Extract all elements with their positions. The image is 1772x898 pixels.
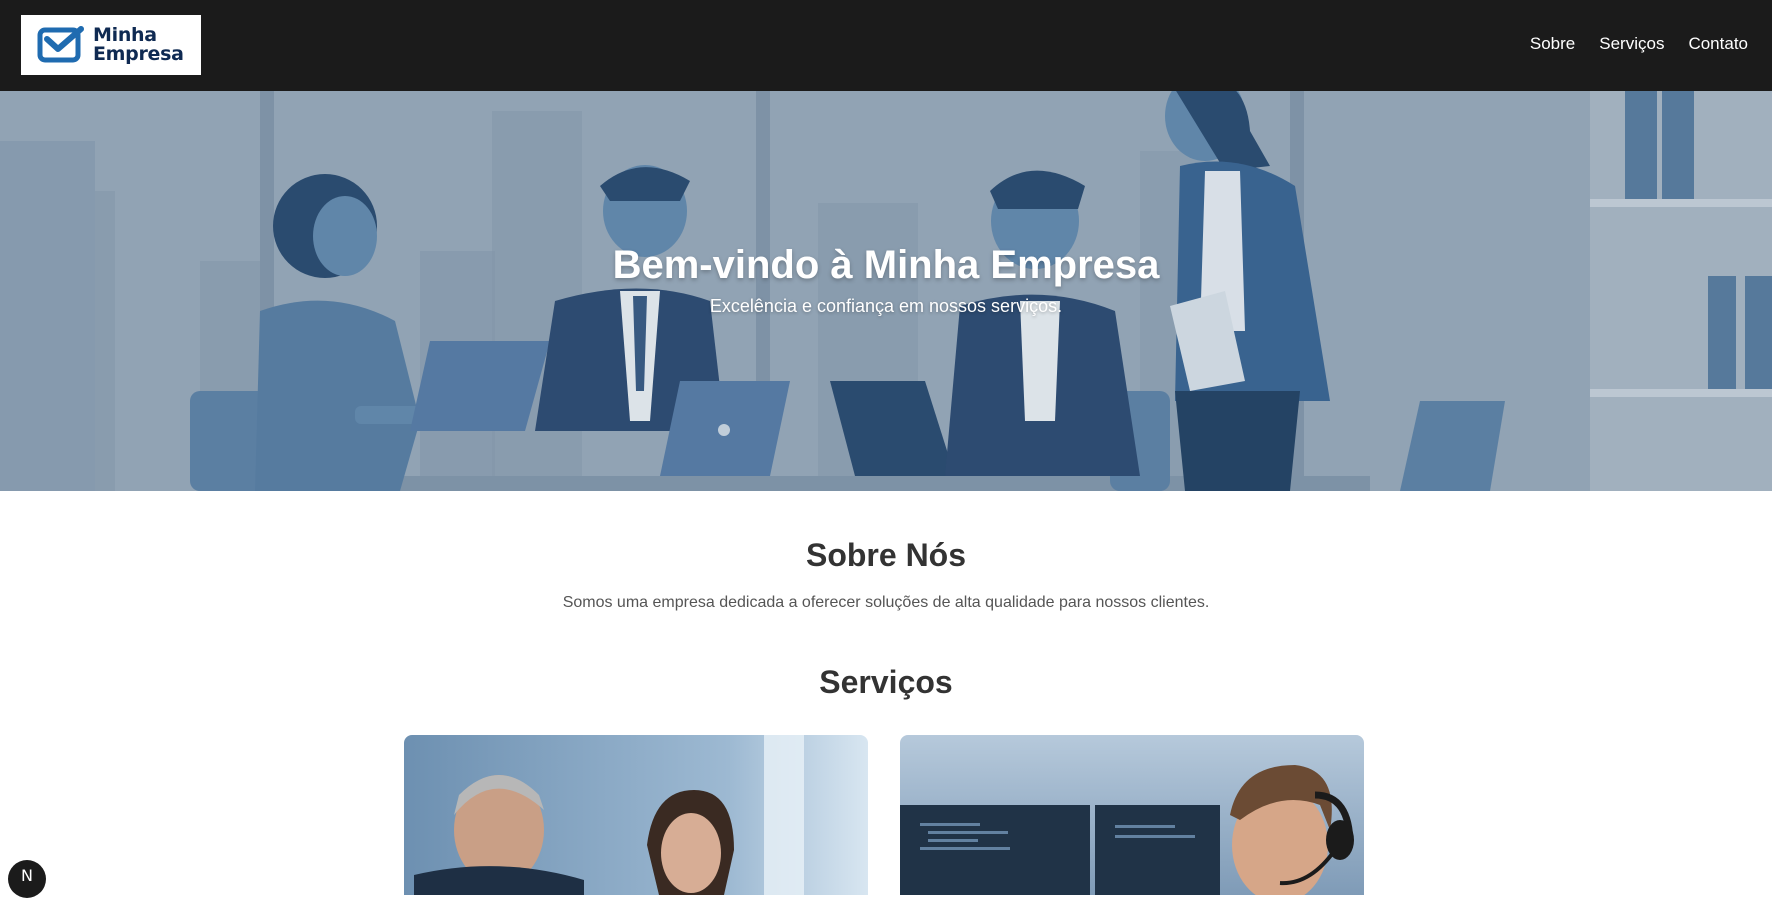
logo-link[interactable]: Minha Empresa (21, 15, 201, 75)
about-section: Sobre Nós Somos uma empresa dedicada a o… (0, 537, 1772, 612)
hero-section: Bem-vindo à Minha Empresa Excelência e c… (0, 91, 1772, 491)
next-logo-icon[interactable]: N (8, 860, 46, 898)
navbar: Minha Empresa Sobre Serviços Contato (0, 0, 1772, 91)
nav-links: Sobre Serviços Contato (1530, 34, 1748, 54)
hero-subtitle: Excelência e confiança em nossos serviço… (709, 296, 1063, 316)
nav-link-servicos[interactable]: Serviços (1599, 34, 1664, 54)
envelope-check-icon (37, 26, 84, 63)
hero-text: Bem-vindo à Minha Empresa Excelência e c… (0, 243, 1772, 317)
nav-link-sobre[interactable]: Sobre (1530, 34, 1575, 54)
logo-text: Minha Empresa (93, 26, 184, 64)
service-card-1[interactable] (404, 735, 868, 895)
services-title: Serviços (819, 664, 953, 700)
business-consulting-photo (404, 735, 868, 895)
services-section: Serviços (0, 664, 1772, 701)
about-title: Sobre Nós (805, 537, 967, 573)
about-text: Somos uma empresa dedicada a oferecer so… (562, 594, 1210, 611)
logo-line-2: Empresa (93, 43, 184, 65)
tech-support-photo (900, 735, 1364, 895)
nav-link-contato[interactable]: Contato (1688, 34, 1748, 54)
hero-title: Bem-vindo à Minha Empresa (612, 243, 1160, 287)
service-card-2[interactable] (900, 735, 1364, 895)
